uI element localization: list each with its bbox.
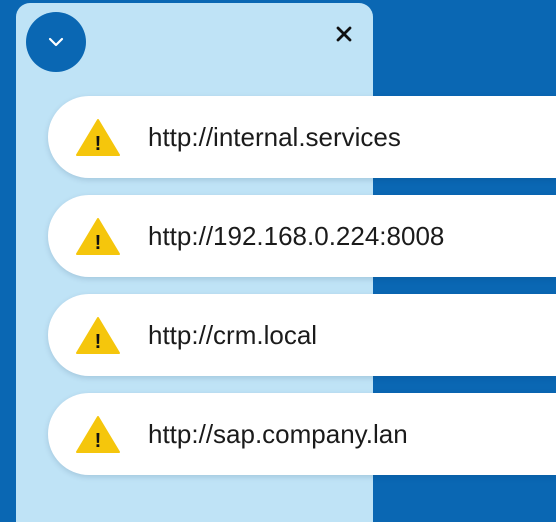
url-item-crm-local[interactable]: ! http://crm.local [48, 294, 556, 376]
svg-text:!: ! [95, 430, 102, 452]
close-icon [336, 26, 352, 42]
close-button[interactable] [330, 20, 358, 48]
warning-icon: ! [76, 119, 120, 156]
url-label: http://sap.company.lan [148, 419, 408, 449]
svg-text:!: ! [95, 232, 102, 254]
url-item-sap-company-lan[interactable]: ! http://sap.company.lan [48, 393, 556, 475]
collapse-button[interactable] [26, 12, 86, 72]
svg-text:!: ! [95, 331, 102, 353]
warning-icon: ! [76, 317, 120, 354]
svg-text:!: ! [95, 133, 102, 155]
url-label: http://crm.local [148, 320, 318, 350]
warning-icon: ! [76, 218, 120, 255]
url-label: http://192.168.0.224:8008 [148, 221, 445, 251]
url-label: http://internal.services [148, 122, 401, 152]
warning-icon: ! [76, 416, 120, 453]
url-list: ! http://internal.services ! http://192.… [48, 96, 556, 492]
url-item-internal-services[interactable]: ! http://internal.services [48, 96, 556, 178]
url-item-192-168-0-224[interactable]: ! http://192.168.0.224:8008 [48, 195, 556, 277]
chevron-down-icon [48, 37, 64, 47]
